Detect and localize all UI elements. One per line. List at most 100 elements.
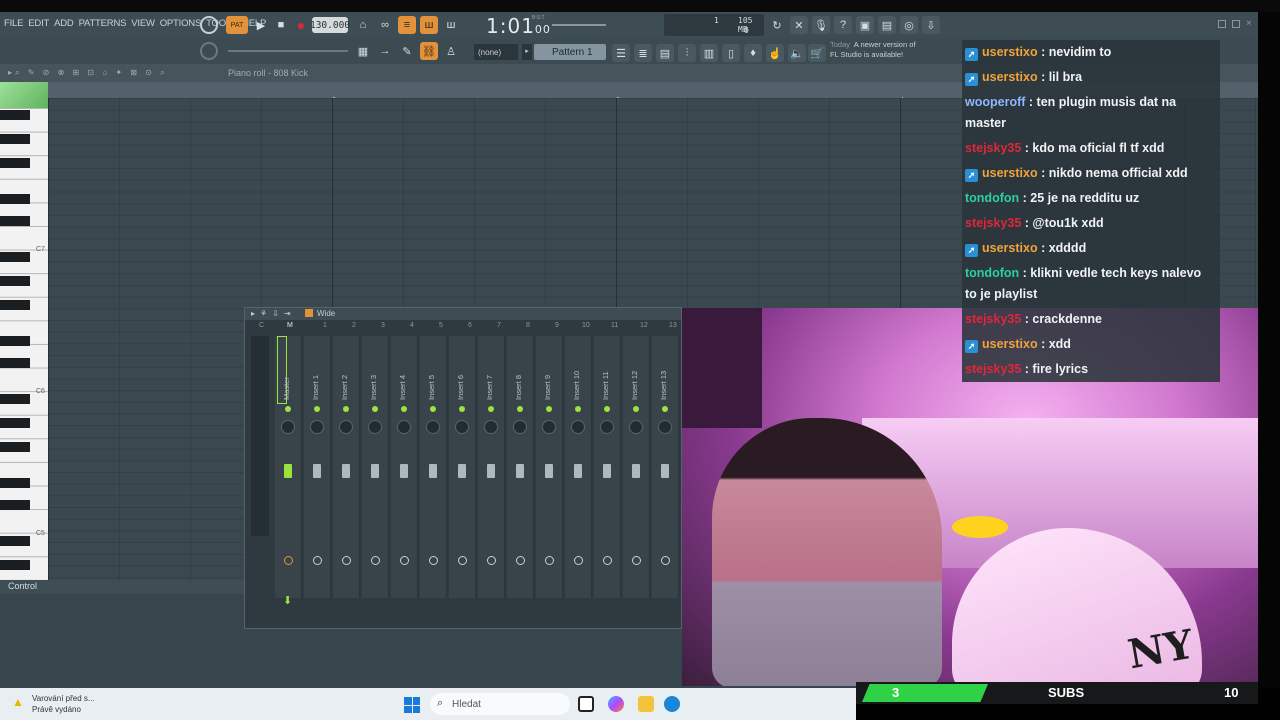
news-panel[interactable]: Today A newer version of FL Studio is av…	[830, 40, 915, 60]
snap-select[interactable]: (none)	[474, 44, 518, 60]
route-button[interactable]	[603, 556, 612, 565]
route-button[interactable]	[632, 556, 641, 565]
route-button[interactable]	[313, 556, 322, 565]
weather-notification[interactable]: ▲ Varování před s... Právě vydáno	[12, 693, 95, 715]
volume-fader[interactable]	[313, 464, 321, 478]
master-pitch-knob[interactable]	[200, 42, 218, 60]
master-pitch-slider[interactable]	[552, 24, 606, 26]
help-icon[interactable]: ?	[834, 16, 852, 34]
pen-icon[interactable]: ✎	[398, 42, 416, 60]
pan-knob[interactable]	[600, 420, 614, 434]
pan-knob[interactable]	[339, 420, 353, 434]
pan-knob[interactable]	[455, 420, 469, 434]
piano-roll-tools[interactable]: ▸⌕ ✎ ⊘ ⊗ ⊞ ⊡ ⌂ ✦ ⊠ ⊙ ⌕	[8, 68, 168, 78]
chat-username[interactable]: stejsky35	[965, 141, 1021, 155]
pan-knob[interactable]	[426, 420, 440, 434]
pat-song-toggle[interactable]: PAT	[226, 16, 248, 34]
menu-file[interactable]: FILE	[4, 18, 23, 29]
mixer-strip-master[interactable]: Master ⬇	[275, 336, 302, 607]
pattern-selector[interactable]: Pattern 1	[534, 44, 606, 60]
pan-knob[interactable]	[484, 420, 498, 434]
chat-username[interactable]: userstixo	[982, 45, 1038, 59]
piano-keyboard[interactable]: C7 C6 C5	[0, 108, 48, 580]
mixer-strip-insert[interactable]: Insert 3	[362, 336, 389, 598]
chat-username[interactable]: userstixo	[982, 70, 1038, 84]
window-close-icon[interactable]: ×	[1246, 18, 1252, 29]
volume-fader[interactable]	[342, 464, 350, 478]
pattern-prev-icon[interactable]: ▸	[522, 44, 532, 60]
tempo-display[interactable]: 130.000	[310, 17, 350, 33]
mute-led[interactable]	[401, 406, 407, 412]
route-button[interactable]	[429, 556, 438, 565]
speaker-icon[interactable]: 🔈	[788, 44, 806, 62]
record-button[interactable]: ●	[292, 16, 310, 34]
stop-button[interactable]: ■	[272, 16, 290, 34]
volume-fader[interactable]	[284, 464, 292, 478]
mixer-strip-insert[interactable]: Insert 4	[391, 336, 418, 598]
mute-led[interactable]	[517, 406, 523, 412]
volume-fader[interactable]	[487, 464, 495, 478]
render-icon[interactable]: ▤	[878, 16, 896, 34]
wait-input-icon[interactable]: ∞	[376, 16, 394, 34]
mixer-strip-insert[interactable]: Insert 9	[536, 336, 563, 598]
chat-icon[interactable]: ◎	[900, 16, 918, 34]
mixer-strip-insert[interactable]: Insert 11	[594, 336, 621, 598]
chat-username[interactable]: stejsky35	[965, 216, 1021, 230]
countdown-icon[interactable]: ≡	[398, 16, 416, 34]
mute-led[interactable]	[343, 406, 349, 412]
chat-username[interactable]: tondofon	[965, 191, 1019, 205]
touch-icon[interactable]: ☝	[766, 44, 784, 62]
route-button[interactable]	[661, 556, 670, 565]
chat-username[interactable]: userstixo	[982, 166, 1038, 180]
chat-username[interactable]: userstixo	[982, 241, 1038, 255]
volume-fader[interactable]	[516, 464, 524, 478]
pan-knob[interactable]	[513, 420, 527, 434]
metronome-icon[interactable]: ⌂	[354, 16, 372, 34]
volume-fader[interactable]	[429, 464, 437, 478]
microphone-icon[interactable]: 🎙	[812, 16, 830, 34]
tools-icon[interactable]: ✕	[790, 16, 808, 34]
mixer-preset[interactable]: Wide	[317, 309, 335, 318]
chat-username[interactable]: tondofon	[965, 266, 1019, 280]
mute-led[interactable]	[575, 406, 581, 412]
pan-knob[interactable]	[629, 420, 643, 434]
mixer-header[interactable]: ▸⚘⇩⇥ Wide	[245, 308, 681, 320]
file-explorer-icon[interactable]	[638, 696, 654, 712]
step-edit-icon[interactable]: ш	[420, 16, 438, 34]
mute-led[interactable]	[488, 406, 494, 412]
piano-roll-corner[interactable]	[0, 82, 48, 108]
chat-username[interactable]: stejsky35	[965, 312, 1021, 326]
route-button[interactable]	[371, 556, 380, 565]
master-volume-knob[interactable]	[200, 16, 218, 34]
menu-view[interactable]: VIEW	[131, 18, 155, 29]
mute-led[interactable]	[314, 406, 320, 412]
mute-led[interactable]	[459, 406, 465, 412]
pan-knob[interactable]	[658, 420, 672, 434]
route-button[interactable]	[487, 556, 496, 565]
step-seq-icon[interactable]: ▤	[656, 44, 674, 62]
mute-led[interactable]	[604, 406, 610, 412]
volume-fader[interactable]	[574, 464, 582, 478]
window-minimize-icon[interactable]	[1218, 20, 1226, 28]
pan-knob[interactable]	[397, 420, 411, 434]
arrow-down-icon[interactable]: ⬇	[283, 594, 292, 607]
volume-fader[interactable]	[603, 464, 611, 478]
mixer-strip-insert[interactable]: Insert 6	[449, 336, 476, 598]
menu-edit[interactable]: EDIT	[28, 18, 49, 29]
route-button[interactable]	[516, 556, 525, 565]
pan-knob[interactable]	[281, 420, 295, 434]
volume-fader[interactable]	[400, 464, 408, 478]
route-button[interactable]	[342, 556, 351, 565]
playlist-icon[interactable]: ▦	[354, 42, 372, 60]
mixer-strip-insert[interactable]: Insert 1	[304, 336, 331, 598]
link-icon[interactable]: ⛓	[420, 42, 438, 60]
chat-username[interactable]: stejsky35	[965, 362, 1021, 376]
play-button[interactable]: ▶	[252, 16, 270, 34]
blend-notes-icon[interactable]: ш	[442, 16, 460, 34]
pan-knob[interactable]	[310, 420, 324, 434]
edge-icon[interactable]	[664, 696, 680, 712]
download-icon[interactable]: ⇩	[922, 16, 940, 34]
mute-led[interactable]	[430, 406, 436, 412]
mixer-strip-insert[interactable]: Insert 7	[478, 336, 505, 598]
menu-options[interactable]: OPTIONS	[160, 18, 202, 29]
